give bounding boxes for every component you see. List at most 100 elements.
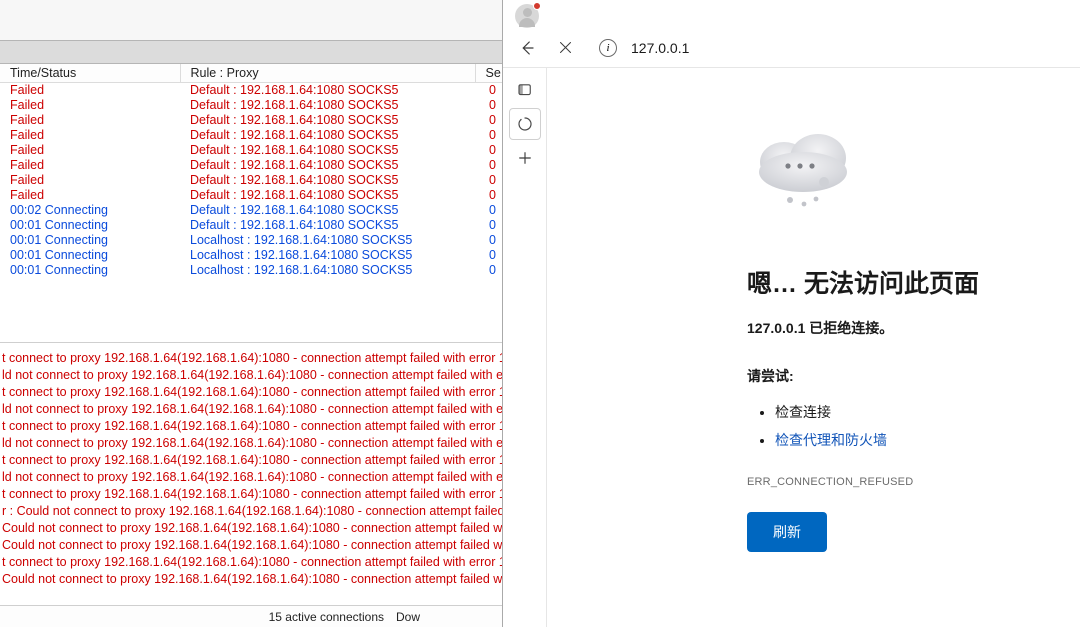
error-cloud-icon: [748, 124, 858, 214]
table-row[interactable]: 00:02 ConnectingDefault : 192.168.1.64:1…: [0, 203, 502, 218]
plus-icon: [517, 150, 533, 166]
list-item: 检查代理和防火墙: [775, 426, 1040, 454]
tab-square-icon: [516, 81, 534, 99]
cell-time-status: Failed: [0, 188, 180, 203]
loading-icon: [517, 116, 533, 132]
profile-row: [503, 0, 1080, 28]
cell-se: 0: [475, 113, 502, 128]
log-line: t connect to proxy 192.168.1.64(192.168.…: [0, 554, 502, 571]
cell-time-status: 00:01 Connecting: [0, 263, 180, 278]
log-line: Could not connect to proxy 192.168.1.64(…: [0, 537, 502, 554]
cell-time-status: Failed: [0, 173, 180, 188]
connections-table-wrap: Time/Status Rule : Proxy Se FailedDefaul…: [0, 64, 502, 342]
log-line: r : Could not connect to proxy 192.168.1…: [0, 503, 502, 520]
cell-rule-proxy: Localhost : 192.168.1.64:1080 SOCKS5: [180, 248, 475, 263]
cell-rule-proxy: Localhost : 192.168.1.64:1080 SOCKS5: [180, 233, 475, 248]
table-row[interactable]: 00:01 ConnectingLocalhost : 192.168.1.64…: [0, 248, 502, 263]
close-icon: [558, 40, 573, 55]
cell-time-status: Failed: [0, 143, 180, 158]
table-row[interactable]: FailedDefault : 192.168.1.64:1080 SOCKS5…: [0, 188, 502, 203]
cell-rule-proxy: Default : 192.168.1.64:1080 SOCKS5: [180, 143, 475, 158]
error-subtitle: 127.0.0.1 已拒绝连接。: [747, 318, 1040, 338]
cell-time-status: Failed: [0, 98, 180, 113]
log-line: t connect to proxy 192.168.1.64(192.168.…: [0, 418, 502, 435]
table-row[interactable]: FailedDefault : 192.168.1.64:1080 SOCKS5…: [0, 83, 502, 99]
stop-button[interactable]: [547, 32, 583, 64]
new-tab-button[interactable]: [509, 142, 541, 174]
cell-time-status: Failed: [0, 158, 180, 173]
log-line: t connect to proxy 192.168.1.64(192.168.…: [0, 350, 502, 367]
log-line: Could not connect to proxy 192.168.1.64(…: [0, 520, 502, 537]
cell-rule-proxy: Default : 192.168.1.64:1080 SOCKS5: [180, 113, 475, 128]
address-bar[interactable]: 127.0.0.1: [629, 34, 1072, 62]
cell-time-status: Failed: [0, 83, 180, 99]
log-line: ld not connect to proxy 192.168.1.64(192…: [0, 435, 502, 452]
cell-se: 0: [475, 143, 502, 158]
table-row[interactable]: 00:01 ConnectingLocalhost : 192.168.1.64…: [0, 263, 502, 278]
window-titlebar-gap: [0, 0, 502, 40]
window-toolbar: [0, 40, 502, 64]
tab-actions-button[interactable]: [509, 74, 541, 106]
col-time-status[interactable]: Time/Status: [0, 64, 180, 83]
cell-se: 0: [475, 173, 502, 188]
notification-dot-icon: [533, 2, 541, 10]
back-button[interactable]: [509, 32, 545, 64]
refresh-button[interactable]: 刷新: [747, 512, 827, 552]
current-tab[interactable]: [509, 108, 541, 140]
log-line: t connect to proxy 192.168.1.64(192.168.…: [0, 384, 502, 401]
list-item: 检查连接: [775, 398, 1040, 426]
cell-rule-proxy: Localhost : 192.168.1.64:1080 SOCKS5: [180, 263, 475, 278]
cell-rule-proxy: Default : 192.168.1.64:1080 SOCKS5: [180, 173, 475, 188]
cell-se: 0: [475, 218, 502, 233]
profile-avatar[interactable]: [515, 4, 539, 28]
table-header-row: Time/Status Rule : Proxy Se: [0, 64, 502, 83]
browser-toolbar: i 127.0.0.1: [503, 28, 1080, 68]
cell-rule-proxy: Default : 192.168.1.64:1080 SOCKS5: [180, 188, 475, 203]
cell-rule-proxy: Default : 192.168.1.64:1080 SOCKS5: [180, 203, 475, 218]
status-bar: 15 active connections Dow: [0, 605, 502, 627]
log-line: Could not connect to proxy 192.168.1.64(…: [0, 571, 502, 588]
cell-rule-proxy: Default : 192.168.1.64:1080 SOCKS5: [180, 128, 475, 143]
table-row[interactable]: FailedDefault : 192.168.1.64:1080 SOCKS5…: [0, 113, 502, 128]
table-row[interactable]: FailedDefault : 192.168.1.64:1080 SOCKS5…: [0, 98, 502, 113]
cell-time-status: 00:01 Connecting: [0, 218, 180, 233]
suggestion-check-connection: 检查连接: [775, 404, 831, 420]
site-info-icon[interactable]: i: [599, 39, 617, 57]
cell-time-status: 00:02 Connecting: [0, 203, 180, 218]
cell-rule-proxy: Default : 192.168.1.64:1080 SOCKS5: [180, 83, 475, 99]
error-title: 嗯… 无法访问此页面: [747, 264, 1040, 300]
log-pane: t connect to proxy 192.168.1.64(192.168.…: [0, 346, 502, 605]
page-content: 嗯… 无法访问此页面 127.0.0.1 已拒绝连接。 请尝试: 检查连接 检查…: [547, 68, 1080, 627]
log-line: ld not connect to proxy 192.168.1.64(192…: [0, 401, 502, 418]
table-row[interactable]: FailedDefault : 192.168.1.64:1080 SOCKS5…: [0, 143, 502, 158]
col-se[interactable]: Se: [475, 64, 502, 83]
status-active-connections: 15 active connections: [6, 610, 396, 624]
table-row[interactable]: FailedDefault : 192.168.1.64:1080 SOCKS5…: [0, 128, 502, 143]
table-row[interactable]: FailedDefault : 192.168.1.64:1080 SOCKS5…: [0, 158, 502, 173]
table-row[interactable]: 00:01 ConnectingDefault : 192.168.1.64:1…: [0, 218, 502, 233]
suggestion-check-proxy-link[interactable]: 检查代理和防火墙: [775, 432, 887, 448]
table-row[interactable]: FailedDefault : 192.168.1.64:1080 SOCKS5…: [0, 173, 502, 188]
cell-se: 0: [475, 263, 502, 278]
cell-time-status: Failed: [0, 128, 180, 143]
suggestion-list: 检查连接 检查代理和防火墙: [747, 398, 1040, 454]
proxy-app-pane: Time/Status Rule : Proxy Se FailedDefaul…: [0, 0, 503, 627]
log-line: t connect to proxy 192.168.1.64(192.168.…: [0, 452, 502, 469]
cell-se: 0: [475, 188, 502, 203]
status-download: Dow: [396, 610, 420, 624]
cell-se: 0: [475, 233, 502, 248]
connections-table: Time/Status Rule : Proxy Se FailedDefaul…: [0, 64, 502, 278]
cell-rule-proxy: Default : 192.168.1.64:1080 SOCKS5: [180, 218, 475, 233]
log-line: ld not connect to proxy 192.168.1.64(192…: [0, 367, 502, 384]
col-rule-proxy[interactable]: Rule : Proxy: [180, 64, 475, 83]
log-line: t connect to proxy 192.168.1.64(192.168.…: [0, 486, 502, 503]
vertical-tab-strip: [503, 68, 547, 627]
cell-time-status: Failed: [0, 113, 180, 128]
cell-time-status: 00:01 Connecting: [0, 233, 180, 248]
cell-se: 0: [475, 248, 502, 263]
cell-se: 0: [475, 128, 502, 143]
arrow-left-icon: [518, 39, 536, 57]
error-code: ERR_CONNECTION_REFUSED: [747, 476, 1040, 488]
table-row[interactable]: 00:01 ConnectingLocalhost : 192.168.1.64…: [0, 233, 502, 248]
cell-se: 0: [475, 83, 502, 99]
